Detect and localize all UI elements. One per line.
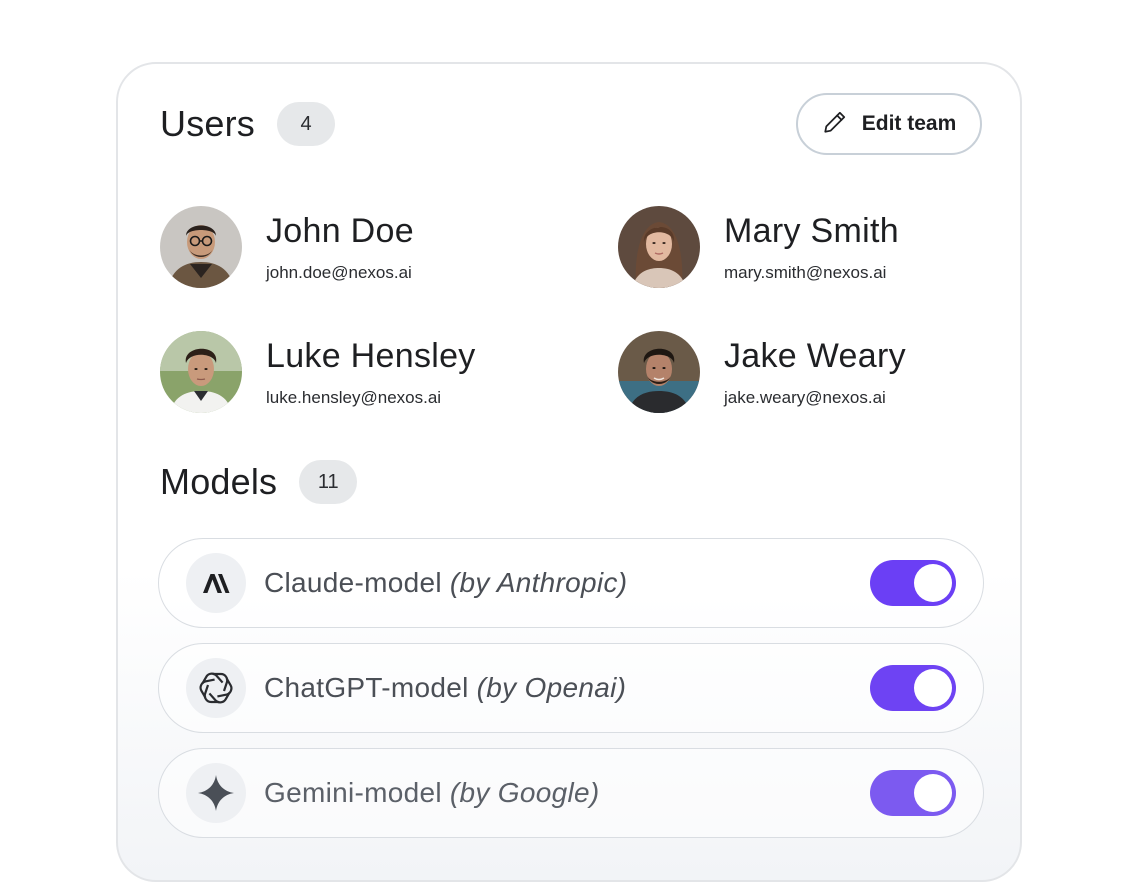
toggle-knob <box>914 774 952 812</box>
team-card: Users 4 Edit team John Doe john.doe@nexo… <box>116 62 1022 882</box>
user-name: Mary Smith <box>724 212 899 250</box>
edit-team-button[interactable]: Edit team <box>796 93 982 155</box>
avatar <box>160 206 242 288</box>
user-name: John Doe <box>266 212 414 250</box>
avatar <box>618 331 700 413</box>
model-provider: (by Anthropic) <box>449 567 628 598</box>
chatgpt-toggle[interactable] <box>870 665 956 711</box>
user-name: Luke Hensley <box>266 337 476 375</box>
models-header: Models 11 <box>160 460 358 504</box>
user-item[interactable]: Luke Hensley luke.hensley@nexos.ai <box>160 331 476 413</box>
gemini-toggle[interactable] <box>870 770 956 816</box>
gemini-logo-icon <box>186 763 246 823</box>
model-row-claude: Claude-model (by Anthropic) <box>158 538 984 628</box>
user-item[interactable]: John Doe john.doe@nexos.ai <box>160 206 414 288</box>
user-email: jake.weary@nexos.ai <box>724 388 886 407</box>
user-email: john.doe@nexos.ai <box>266 263 412 282</box>
model-provider: (by Openai) <box>476 672 627 703</box>
user-item[interactable]: Mary Smith mary.smith@nexos.ai <box>618 206 899 288</box>
models-count-badge: 11 <box>299 460 358 504</box>
user-name: Jake Weary <box>724 337 906 375</box>
edit-team-label: Edit team <box>861 112 957 135</box>
user-email: luke.hensley@nexos.ai <box>266 388 442 407</box>
toggle-knob <box>914 564 952 602</box>
anthropic-logo-icon <box>186 553 246 613</box>
model-provider: (by Google) <box>449 777 600 808</box>
toggle-knob <box>914 669 952 707</box>
avatar <box>618 206 700 288</box>
model-row-chatgpt: ChatGPT-model (by Openai) <box>158 643 984 733</box>
models-title: Models <box>160 461 278 502</box>
user-item[interactable]: Jake Weary jake.weary@nexos.ai <box>618 331 906 413</box>
model-row-gemini: Gemini-model (by Google) <box>158 748 984 838</box>
claude-toggle[interactable] <box>870 560 956 606</box>
model-name: Claude-model <box>264 567 442 598</box>
user-email: mary.smith@nexos.ai <box>724 263 887 282</box>
users-header: Users 4 <box>160 102 336 146</box>
model-name: ChatGPT-model <box>264 672 469 703</box>
users-count-badge: 4 <box>277 102 336 146</box>
openai-logo-icon <box>186 658 246 718</box>
users-title: Users <box>160 103 256 144</box>
avatar <box>160 331 242 413</box>
model-name: Gemini-model <box>264 777 442 808</box>
pencil-icon <box>822 109 848 140</box>
